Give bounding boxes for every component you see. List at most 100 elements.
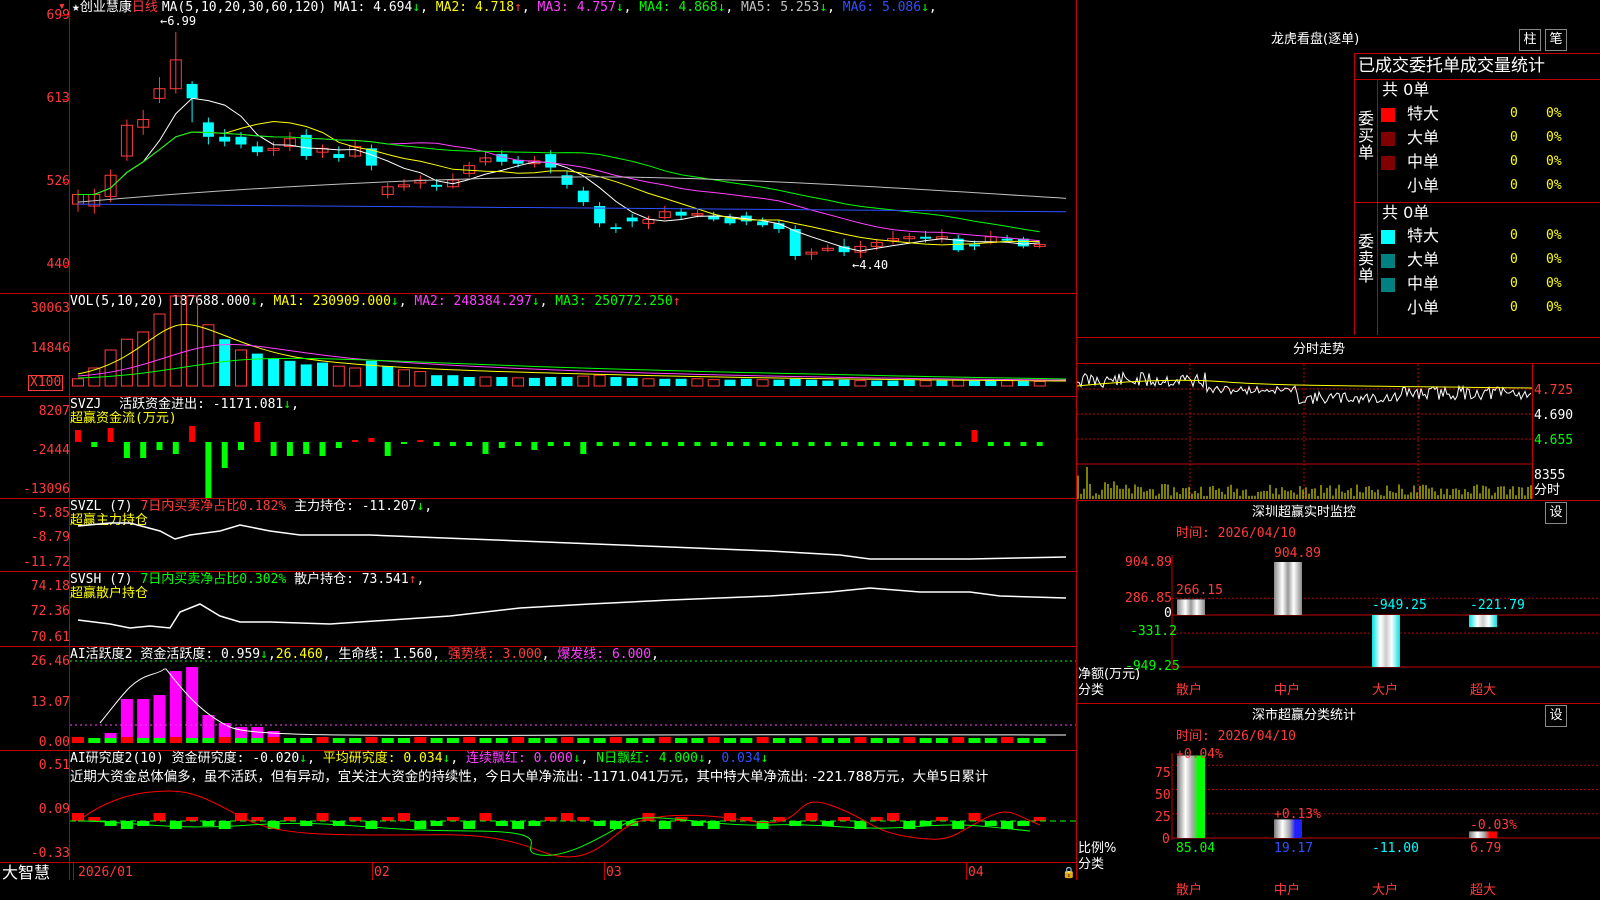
vol-bar [414,371,427,387]
sell-row-label: 中单 [1407,274,1440,293]
sell-row-count: 0 [1510,276,1518,291]
buy-row-count: 0 [1510,178,1518,193]
ai2-bar [218,821,231,829]
monitor-bar [1372,615,1400,667]
classify-chart[interactable] [1077,745,1600,865]
vol-bar [822,380,834,386]
candle-body [610,227,622,230]
monitor-y-tick: -331.2 [1130,624,1177,639]
monitor-category: 中户 [1274,683,1301,698]
ai1-base-bar [218,737,231,743]
classify-title: 深市超赢分类统计 [1252,708,1357,723]
classify-value: 19.17 [1274,841,1314,856]
ai1-base-bar [267,737,280,743]
ai2-bar [414,821,427,829]
svzj-bar [107,428,114,442]
vol-bar [773,379,785,386]
svzj-bar [938,442,945,446]
ai2-y-tick: 0.09 [38,802,70,817]
sell-swatch [1381,302,1395,316]
ai2-bar [349,817,362,821]
lhb-title: 龙虎看盘(逐单) [1271,32,1360,47]
sell-swatch [1381,230,1395,244]
classify-bar [1274,819,1302,838]
ai2-bar [479,813,492,821]
classify-value: -11.00 [1372,841,1419,856]
svzj-bar [1020,442,1027,446]
ma-value-1: MA1: 4.694 [334,0,413,15]
ai1-base-bar [903,737,916,743]
lock-icon[interactable]: 🔒 [1062,866,1076,879]
bar-mode-button[interactable]: 柱 [1519,29,1541,51]
vol-y-tick: 30063 [30,301,70,316]
monitor-settings-button[interactable]: 设 [1545,502,1567,524]
sell-swatch [1381,278,1395,292]
intraday-chart[interactable] [1077,364,1532,499]
ai1-base-bar [186,738,199,743]
svzj-bar [971,430,978,442]
vol-bar [903,379,915,386]
vol-bar [382,366,394,386]
vol-bar [545,377,557,386]
classify-axis-title: 比例% [1078,841,1117,856]
svzj-bar [987,442,994,446]
vol-bar [659,378,671,386]
low-marker: ←4.40 [852,258,889,272]
sell-swatch [1381,254,1395,268]
period-label[interactable]: 日线 [132,0,158,15]
ai1-base-bar [495,738,508,743]
svsh-line [77,587,1067,629]
svzl-chart[interactable] [70,499,1076,571]
ai2-chart[interactable] [70,751,1076,862]
ai1-base-bar [72,737,84,743]
buy-row-count: 0 [1510,154,1518,169]
ai2-bar [577,817,590,821]
candle-body [202,122,214,137]
vol-bar [675,378,687,386]
ai1-base-bar [642,738,655,743]
svzj-chart[interactable] [70,397,1076,498]
ai2-bar [186,817,199,821]
svzj-bar [156,442,163,450]
ai1-base-bar [626,738,639,743]
intraday-vol-tick: 8355 [1534,468,1566,483]
kline-chart[interactable] [70,16,1076,293]
svzj-bar [645,442,652,446]
sell-row-label: 大单 [1407,250,1440,269]
vol-bar [169,295,182,387]
classify-y-tick: 75 [1155,766,1171,781]
intraday-y-tick: 4.690 [1534,408,1574,423]
ai1-base-bar [88,738,101,743]
ai1-base-bar [919,738,932,743]
svzj-y-tick: -2444 [30,443,70,458]
ai1-chart[interactable] [70,647,1076,750]
vol-bar [806,379,817,386]
classify-time: 时间: 2026/04/10 [1176,729,1296,744]
ai2-bar [72,813,84,821]
stock-name[interactable]: ★创业慧康 [72,0,132,15]
buy-row-label: 中单 [1407,152,1440,171]
intraday-vol-label: 分时 [1534,483,1561,498]
classify-value: 6.79 [1470,841,1502,856]
tick-mode-button[interactable]: 笔 [1545,29,1567,51]
ai2-bar [463,821,476,829]
ai1-base-bar [512,737,525,743]
svsh-y-tick: 74.18 [30,579,70,594]
svzj-bar [857,442,864,446]
classify-settings-button[interactable]: 设 [1545,705,1567,727]
buy-row-pct: 0% [1546,154,1562,169]
svzj-bar [303,442,310,454]
ai1-base-bar [202,738,215,743]
x-tick-label: 03 [606,865,622,880]
ai1-base-bar [381,738,394,743]
buy-row-pct: 0% [1546,130,1562,145]
vol-chart[interactable] [70,294,1076,396]
ai2-bar [316,813,329,821]
buy-row-label: 小单 [1407,176,1440,195]
vol-bar [300,364,312,386]
vol-unit-label[interactable]: X100 [28,375,64,391]
monitor-title: 深圳超赢实时监控 [1252,505,1357,520]
ai2-bar [919,821,932,826]
svsh-chart[interactable] [70,572,1076,646]
svzj-bar [841,442,848,446]
